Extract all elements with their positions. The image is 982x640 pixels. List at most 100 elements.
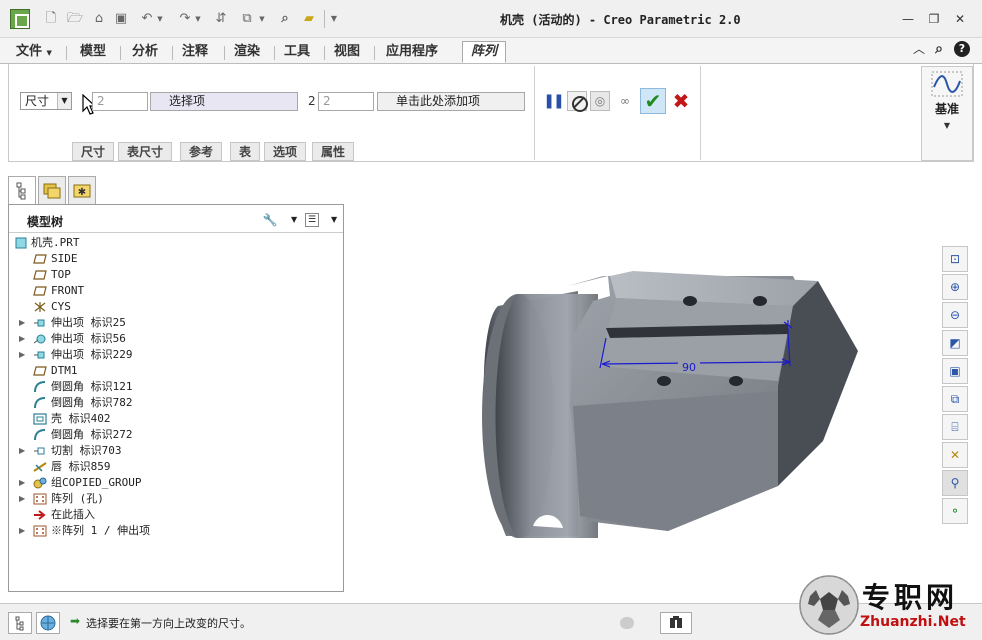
select-folder-icon[interactable]: ▰ xyxy=(300,10,318,28)
datum-display-icon[interactable]: ✕ xyxy=(942,442,968,468)
tab-annotate[interactable]: 注释 xyxy=(174,42,216,64)
datum-button[interactable]: 基准 ▼ xyxy=(921,66,973,161)
subtab-options[interactable]: 选项 xyxy=(264,142,307,161)
expand-arrow-icon[interactable]: ▶ xyxy=(19,331,29,347)
ok-checkmark-icon[interactable]: ✔ xyxy=(640,88,666,114)
zoom-in-icon[interactable]: ⊕ xyxy=(942,274,968,300)
redo-icon[interactable]: ↷ xyxy=(176,10,194,28)
tree-item[interactable]: ▶ 组COPIED_GROUP xyxy=(9,475,339,491)
collapse-ribbon-icon[interactable]: ︿ xyxy=(910,40,928,57)
tab-analysis[interactable]: 分析 xyxy=(124,42,166,64)
tree-item[interactable]: ▶ 阵列 (孔) xyxy=(9,491,339,507)
tree-item[interactable]: ▶ 伸出项 标识56 xyxy=(9,331,339,347)
windows-icon[interactable]: ⧉ xyxy=(238,10,256,28)
pattern-type-select[interactable]: 尺寸 ▼ xyxy=(20,92,72,110)
tab-file[interactable]: 文件 ▼ xyxy=(8,42,60,64)
expand-arrow-icon[interactable]: ▶ xyxy=(19,347,29,363)
undo-dropdown-icon[interactable]: ▼ xyxy=(156,10,164,28)
refit-icon[interactable]: ⊡ xyxy=(942,246,968,272)
tree-item-label: SIDE xyxy=(51,252,78,265)
saved-views-icon[interactable]: ⧉ xyxy=(942,386,968,412)
tree-item[interactable]: 倒圆角 标识121 xyxy=(9,379,339,395)
tab-applications[interactable]: 应用程序 xyxy=(378,42,446,64)
expand-arrow-icon[interactable]: ▶ xyxy=(19,315,29,331)
close-icon[interactable]: ✕ xyxy=(950,10,970,28)
tab-model[interactable]: 模型 xyxy=(72,42,114,64)
tab-tools[interactable]: 工具 xyxy=(276,42,318,64)
expand-arrow-icon[interactable]: ▶ xyxy=(19,491,29,507)
repaint-icon[interactable]: ◩ xyxy=(942,330,968,356)
tree-item[interactable]: ▶ 伸出项 标识25 xyxy=(9,315,339,331)
undo-icon[interactable]: ↶ xyxy=(138,10,156,28)
find-icon[interactable]: ⌕ xyxy=(276,10,294,28)
tree-item[interactable]: FRONT xyxy=(9,283,339,299)
tree-root[interactable]: 机壳.PRT xyxy=(9,235,339,251)
tree-item[interactable]: ▶ 切割 标识703 xyxy=(9,443,339,459)
subtab-references[interactable]: 参考 xyxy=(180,142,223,161)
no-preview-icon[interactable] xyxy=(567,91,588,112)
tree-item[interactable]: 倒圆角 标识782 xyxy=(9,395,339,411)
graphics-window[interactable]: 90 xyxy=(348,176,938,596)
coordinate-system-icon xyxy=(33,301,47,313)
chevron-down-icon[interactable]: ▼ xyxy=(331,215,337,224)
tree-item[interactable]: 在此插入 xyxy=(9,507,339,523)
dir2-dimension-collector[interactable]: 单击此处添加项 xyxy=(377,92,525,111)
navigator-toggle-icon[interactable] xyxy=(8,612,32,634)
pause-icon[interactable]: ❚❚ xyxy=(542,90,564,112)
selection-filter-icon[interactable] xyxy=(660,612,692,634)
minimize-icon[interactable]: — xyxy=(898,10,918,28)
insert-here-icon xyxy=(33,509,47,521)
tree-item[interactable]: 倒圆角 标识272 xyxy=(9,427,339,443)
folder-browser-tab[interactable] xyxy=(38,176,66,204)
open-session-icon[interactable]: ⌂ xyxy=(90,10,108,28)
display-style-icon[interactable]: ▣ xyxy=(942,358,968,384)
tab-view[interactable]: 视图 xyxy=(326,42,368,64)
customize-toolbar-icon[interactable]: ▼ xyxy=(328,10,340,28)
tree-item[interactable]: TOP xyxy=(9,267,339,283)
tree-item[interactable]: ▶ 伸出项 标识229 xyxy=(9,347,339,363)
tab-pattern[interactable]: 阵列 xyxy=(462,41,507,63)
verify-mode-icon[interactable]: ∞ xyxy=(614,90,636,112)
help-icon[interactable]: ? xyxy=(954,41,970,57)
save-icon[interactable]: ▣ xyxy=(112,10,130,28)
show-columns-icon[interactable]: ☰ xyxy=(305,213,319,227)
subtab-dimensions[interactable]: 尺寸 xyxy=(72,142,115,161)
tree-item[interactable]: DTM1 xyxy=(9,363,339,379)
tree-item[interactable]: ▶ ※阵列 1 / 伸出项 xyxy=(9,523,339,539)
spin-center-icon[interactable]: ⚬ xyxy=(942,498,968,524)
maximize-icon[interactable]: ❐ xyxy=(924,10,944,28)
dir1-dimension-collector[interactable]: 选择项 xyxy=(150,92,298,111)
tab-render[interactable]: 渲染 xyxy=(226,42,268,64)
tree-item[interactable]: 唇 标识859 xyxy=(9,459,339,475)
expand-arrow-icon[interactable]: ▶ xyxy=(19,475,29,491)
expand-arrow-icon[interactable]: ▶ xyxy=(19,443,29,459)
tree-item[interactable]: SIDE xyxy=(9,251,339,267)
tree-settings-icon[interactable]: 🔧 xyxy=(261,211,279,229)
model-tree-tab[interactable] xyxy=(8,176,36,204)
feature-preview-icon[interactable]: ◎ xyxy=(590,91,610,111)
dir2-count-input[interactable]: 2 xyxy=(318,92,374,111)
subtab-table-dimensions[interactable]: 表尺寸 xyxy=(118,142,173,161)
expand-arrow-icon[interactable]: ▶ xyxy=(19,523,29,539)
tree-item[interactable]: 壳 标识402 xyxy=(9,411,339,427)
regenerate-icon[interactable]: ⇵ xyxy=(212,10,230,28)
new-file-icon[interactable]: 🗋 xyxy=(42,10,60,28)
tab-separator xyxy=(374,46,375,60)
tree-item[interactable]: CYS xyxy=(9,299,339,315)
redo-dropdown-icon[interactable]: ▼ xyxy=(194,10,202,28)
tab-label: 文件 xyxy=(16,44,43,59)
subtab-tables[interactable]: 表 xyxy=(230,142,261,161)
zoom-out-icon[interactable]: ⊖ xyxy=(942,302,968,328)
dimension-value[interactable]: 90 xyxy=(682,361,696,374)
open-file-icon[interactable]: 🗁 xyxy=(66,10,84,28)
favorites-tab[interactable]: ✱ xyxy=(68,176,96,204)
cancel-x-icon[interactable]: ✖ xyxy=(670,90,692,112)
browser-toggle-icon[interactable] xyxy=(36,612,60,634)
search-icon[interactable]: ⌕ xyxy=(930,41,948,57)
dir1-count-input[interactable]: 2 xyxy=(92,92,148,111)
subtab-properties[interactable]: 属性 xyxy=(312,142,355,161)
windows-dropdown-icon[interactable]: ▼ xyxy=(258,10,266,28)
annotation-display-icon[interactable]: ⚲ xyxy=(942,470,968,496)
chevron-down-icon[interactable]: ▼ xyxy=(291,215,297,224)
view-manager-icon[interactable]: ⌸ xyxy=(942,414,968,440)
